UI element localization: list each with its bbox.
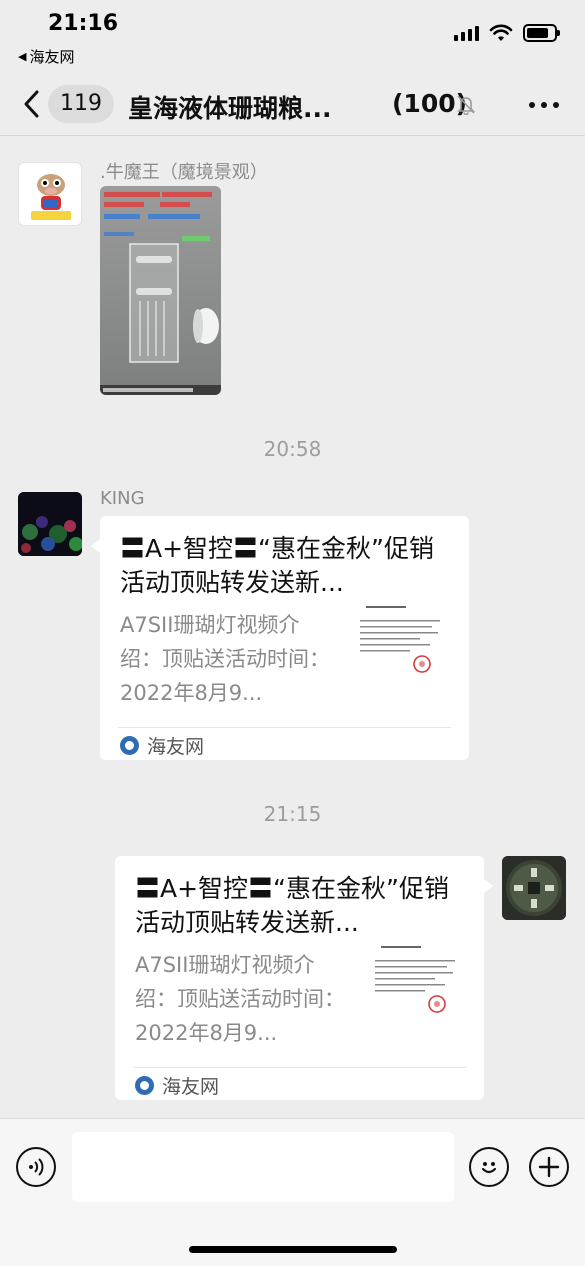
status-icons (454, 24, 560, 42)
battery-icon (523, 24, 560, 42)
cow-mascot-icon (27, 165, 75, 220)
link-card[interactable]: 〓A+智控〓“惠在金秋”促销活动顶贴转发送新... A7SII珊瑚灯视频介绍：顶… (91, 516, 469, 760)
cellular-signal-icon (454, 25, 479, 41)
avatar[interactable] (18, 492, 82, 556)
card-divider (133, 1067, 466, 1068)
back-triangle-icon: ◀ (18, 50, 27, 63)
video-message-thumbnail[interactable] (100, 186, 221, 395)
avatar[interactable] (18, 162, 82, 226)
card-title: 〓A+智控〓“惠在金秋”促销活动顶贴转发送新... (135, 874, 449, 937)
emoji-icon[interactable] (469, 1147, 509, 1187)
wifi-icon (489, 24, 513, 41)
card-source: 海友网 (120, 732, 204, 759)
card-description: A7SII珊瑚灯视频介绍：顶贴送活动时间：2022年8月9... (135, 953, 345, 1045)
time-divider: 21:15 (263, 802, 322, 826)
document-thumbnail (371, 942, 461, 1026)
sender-name: .牛魔王（魔境景观） (100, 162, 268, 183)
status-time: 21:16 (48, 11, 119, 36)
link-card[interactable]: 〓A+智控〓“惠在金秋”促销活动顶贴转发送新... A7SII珊瑚灯视频介绍：顶… (115, 856, 493, 1100)
card-divider (118, 727, 451, 728)
add-plus-icon[interactable] (529, 1147, 569, 1187)
unread-count-badge[interactable]: 119 (48, 85, 114, 123)
card-source-label: 海友网 (162, 1076, 220, 1098)
aquarium-device-photo (100, 192, 221, 395)
chat-input-bar (0, 1118, 585, 1266)
chat-title: 皇海液体珊瑚粮... (128, 94, 332, 123)
sender-name: KING (100, 488, 145, 509)
chat-nav-bar: 119 皇海液体珊瑚粮... (100) (0, 72, 585, 136)
card-source-label: 海友网 (147, 736, 205, 758)
back-to-app-link[interactable]: ◀ 海友网 (18, 46, 74, 67)
message-input[interactable] (72, 1132, 454, 1202)
document-thumbnail (356, 602, 446, 686)
time-divider: 20:58 (263, 437, 322, 461)
card-source: 海友网 (135, 1072, 219, 1099)
voice-input-icon[interactable] (16, 1147, 56, 1187)
mute-bell-icon (457, 95, 475, 115)
source-logo-icon (120, 736, 139, 755)
back-chevron-icon[interactable] (20, 88, 46, 120)
back-app-label: 海友网 (29, 48, 75, 66)
more-options-icon[interactable] (529, 102, 559, 108)
avatar[interactable] (502, 856, 566, 920)
card-title: 〓A+智控〓“惠在金秋”促销活动顶贴转发送新... (120, 534, 434, 597)
card-description: A7SII珊瑚灯视频介绍：顶贴送活动时间：2022年8月9... (120, 613, 330, 705)
source-logo-icon (135, 1076, 154, 1095)
status-bar: 21:16 ◀ 海友网 (0, 0, 585, 72)
coral-tank-photo (18, 492, 82, 556)
home-indicator (189, 1246, 397, 1253)
ancient-coin-icon (502, 856, 566, 920)
